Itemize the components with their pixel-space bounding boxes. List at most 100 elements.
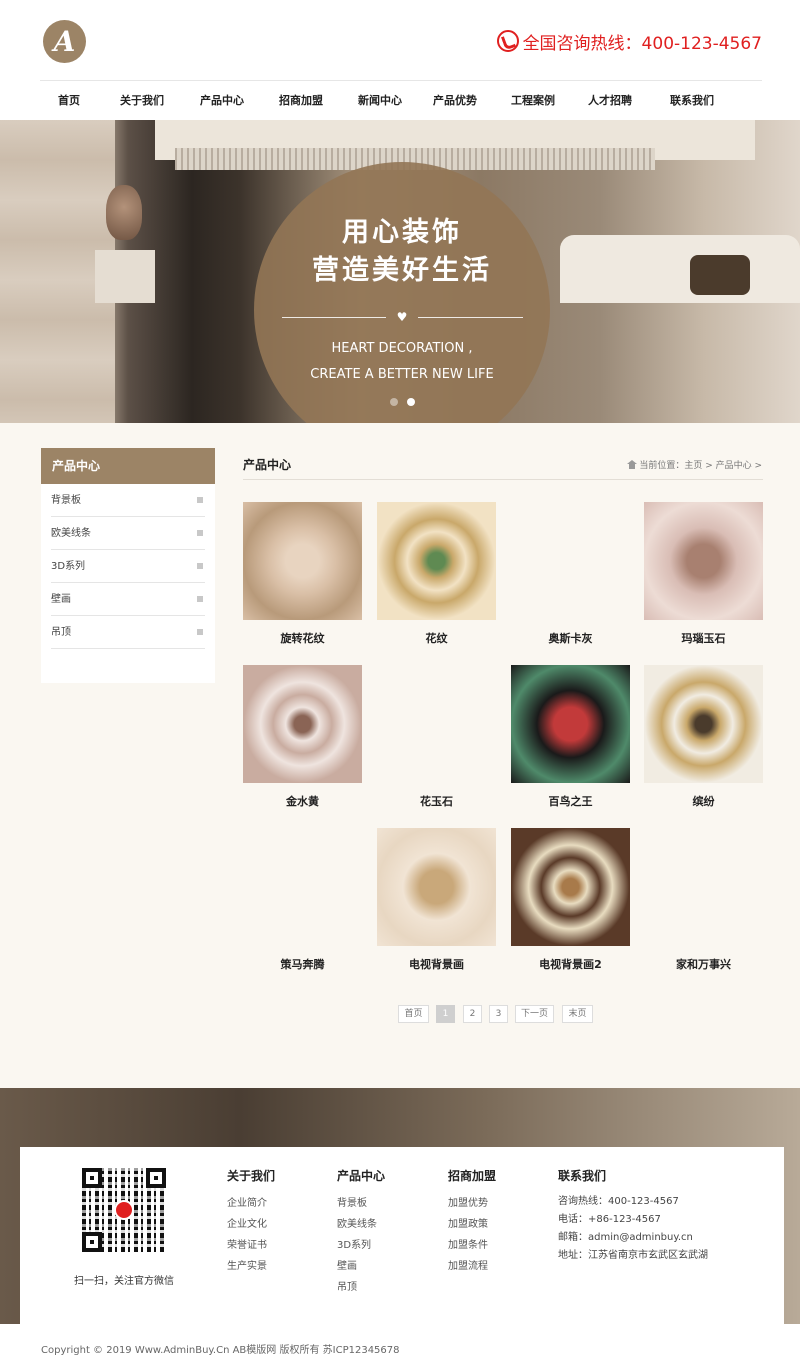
- qr-caption: 扫一扫，关注官方微信: [74, 1276, 174, 1287]
- footer-link[interactable]: 企业文化: [227, 1214, 275, 1235]
- footer-contact-title: 联系我们: [558, 1169, 607, 1183]
- logo-letter: A: [53, 25, 76, 58]
- footer-link[interactable]: 背景板: [337, 1193, 385, 1214]
- product-name[interactable]: 缤纷: [644, 793, 763, 809]
- product-image[interactable]: [243, 502, 362, 620]
- sidebar-item-label: 3D系列: [51, 561, 86, 572]
- footer-link[interactable]: 加盟优势: [448, 1193, 496, 1214]
- product-image[interactable]: [511, 502, 630, 620]
- sidebar-item[interactable]: 背景板: [51, 484, 205, 517]
- product-card[interactable]: 电视背景画: [377, 828, 496, 972]
- pagination-item[interactable]: 末页: [562, 1005, 593, 1023]
- product-card[interactable]: 玛瑙玉石: [644, 502, 763, 646]
- pagination-item[interactable]: 1: [436, 1005, 455, 1023]
- main-nav: 首页 关于我们 产品中心 招商加盟 新闻中心 产品优势 工程案例 人才招聘 联系我们: [40, 80, 762, 120]
- square-bullet-icon: [197, 497, 203, 503]
- product-card[interactable]: 金水黄: [243, 665, 362, 809]
- sidebar-item[interactable]: 壁画: [51, 583, 205, 616]
- product-name[interactable]: 金水黄: [243, 793, 362, 809]
- product-name[interactable]: 玛瑙玉石: [644, 630, 763, 646]
- square-bullet-icon: [197, 563, 203, 569]
- nav-item-6[interactable]: 工程案例: [494, 81, 572, 121]
- nav-item-2[interactable]: 产品中心: [186, 81, 258, 121]
- product-name[interactable]: 花玉石: [377, 793, 496, 809]
- qr-finder-top-right: [146, 1168, 166, 1188]
- product-name[interactable]: 奥斯卡灰: [511, 630, 630, 646]
- footer-link[interactable]: 吊顶: [337, 1277, 385, 1298]
- sidebar-item[interactable]: 欧美线条: [51, 517, 205, 550]
- product-name[interactable]: 百鸟之王: [511, 793, 630, 809]
- footer-link: 咨询热线：400-123-4567: [558, 1196, 679, 1207]
- product-image[interactable]: [377, 665, 496, 783]
- breadcrumb-text[interactable]: 当前位置：主页 > 产品中心 >: [639, 458, 762, 471]
- pagination-item[interactable]: 首页: [398, 1005, 429, 1023]
- home-icon: [627, 460, 638, 469]
- footer-link[interactable]: 3D系列: [337, 1235, 385, 1256]
- product-image[interactable]: [644, 828, 763, 946]
- nav-item-7[interactable]: 人才招聘: [572, 81, 648, 121]
- nav-item-8[interactable]: 联系我们: [648, 81, 736, 121]
- product-card[interactable]: 奥斯卡灰: [511, 502, 630, 646]
- product-card[interactable]: 家和万事兴: [644, 828, 763, 972]
- product-image[interactable]: [644, 502, 763, 620]
- product-name[interactable]: 家和万事兴: [644, 956, 763, 972]
- product-card[interactable]: 旋转花纹: [243, 502, 362, 646]
- pagination-item[interactable]: 下一页: [515, 1005, 554, 1023]
- product-image[interactable]: [644, 665, 763, 783]
- product-card[interactable]: 花玉石: [377, 665, 496, 809]
- product-card[interactable]: 策马奔腾: [243, 828, 362, 972]
- banner-sub-line1: HEART DECORATION ,: [331, 341, 473, 356]
- slider-dot-2[interactable]: [407, 398, 415, 406]
- footer-link[interactable]: 欧美线条: [337, 1214, 385, 1235]
- product-image[interactable]: [243, 828, 362, 946]
- content-divider: [243, 479, 763, 480]
- footer-link[interactable]: 生产实景: [227, 1256, 275, 1277]
- nav-item-1[interactable]: 关于我们: [98, 81, 186, 121]
- footer-join-title: 招商加盟: [448, 1169, 497, 1183]
- hotline: 全国咨询热线：400-123-4567: [496, 28, 762, 54]
- footer-link[interactable]: 企业简介: [227, 1193, 275, 1214]
- product-image[interactable]: [511, 828, 630, 946]
- product-name[interactable]: 花纹: [377, 630, 496, 646]
- footer-link[interactable]: 壁画: [337, 1256, 385, 1277]
- footer-link[interactable]: 加盟流程: [448, 1256, 496, 1277]
- product-card[interactable]: 缤纷: [644, 665, 763, 809]
- pagination-item[interactable]: 2: [463, 1005, 482, 1023]
- footer-link[interactable]: 加盟政策: [448, 1214, 496, 1235]
- product-image[interactable]: [511, 665, 630, 783]
- slider-dot-1[interactable]: [390, 398, 398, 406]
- product-card[interactable]: 百鸟之王: [511, 665, 630, 809]
- qr-logo-icon: [114, 1200, 134, 1220]
- nav-item-4[interactable]: 新闻中心: [344, 81, 416, 121]
- sidebar-item[interactable]: 吊顶: [51, 616, 205, 649]
- footer-link[interactable]: 加盟条件: [448, 1235, 496, 1256]
- banner-title-line2: 营造美好生活: [312, 255, 492, 286]
- product-image[interactable]: [377, 502, 496, 620]
- square-bullet-icon: [197, 530, 203, 536]
- banner-title-line1: 用心装饰: [342, 217, 462, 248]
- product-image[interactable]: [377, 828, 496, 946]
- nav-item-5[interactable]: 产品优势: [416, 81, 494, 121]
- product-name[interactable]: 策马奔腾: [243, 956, 362, 972]
- nav-item-3[interactable]: 招商加盟: [258, 81, 344, 121]
- content-title: 产品中心: [243, 458, 292, 472]
- product-name[interactable]: 电视背景画: [377, 956, 496, 972]
- sidebar-title: 产品中心: [41, 448, 215, 484]
- sidebar-item-label: 欧美线条: [51, 528, 91, 539]
- site-logo[interactable]: A: [43, 20, 86, 63]
- product-image[interactable]: [243, 665, 362, 783]
- pagination-item[interactable]: 3: [489, 1005, 508, 1023]
- site-header: A 全国咨询热线：400-123-4567: [0, 0, 800, 80]
- footer-products-title: 产品中心: [337, 1169, 386, 1183]
- heart-icon: ♥: [396, 310, 408, 324]
- footer-link[interactable]: 荣誉证书: [227, 1235, 275, 1256]
- qr-finder-bottom-left: [82, 1232, 102, 1252]
- product-card[interactable]: 花纹: [377, 502, 496, 646]
- product-card[interactable]: 电视背景画2: [511, 828, 630, 972]
- nav-item-0[interactable]: 首页: [40, 81, 98, 121]
- product-name[interactable]: 电视背景画2: [511, 956, 630, 972]
- footer-link: 电话：+86-123-4567: [558, 1214, 661, 1225]
- footer-link: 地址：江苏省南京市玄武区玄武湖: [558, 1250, 708, 1261]
- product-name[interactable]: 旋转花纹: [243, 630, 362, 646]
- sidebar-item[interactable]: 3D系列: [51, 550, 205, 583]
